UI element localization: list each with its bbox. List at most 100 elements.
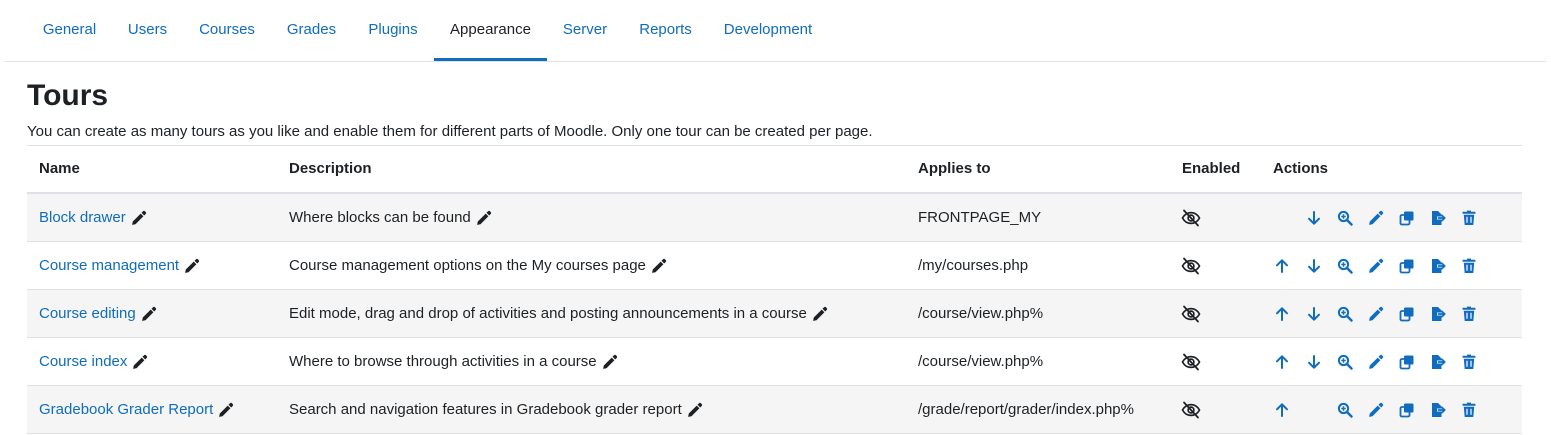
header-enabled: Enabled: [1182, 160, 1241, 177]
copy-icon[interactable]: [1396, 207, 1418, 229]
tour-description-text: Where to browse through activities in a …: [289, 353, 597, 370]
tour-name-cell: Course index: [39, 338, 148, 385]
tab-reports[interactable]: Reports: [623, 0, 708, 61]
tour-applies-to-cell: FRONTPAGE_MY: [918, 209, 1042, 226]
table-row: Block drawer Where blocks can be found FRO…: [27, 194, 1522, 242]
tour-name-link[interactable]: Course editing: [39, 305, 136, 322]
tab-plugins[interactable]: Plugins: [352, 0, 434, 61]
tab-appearance[interactable]: Appearance: [434, 0, 547, 61]
edit-description-pencil-icon[interactable]: [687, 402, 703, 418]
file-export-icon[interactable]: [1427, 351, 1449, 373]
pencil-icon[interactable]: [1365, 351, 1387, 373]
tab-courses[interactable]: Courses: [183, 0, 271, 61]
tour-applies-to-cell: /course/view.php%: [918, 353, 1044, 370]
arrow-down-icon[interactable]: [1303, 207, 1325, 229]
eye-slash-icon[interactable]: [1181, 304, 1201, 324]
table-row: Gradebook Grader Report Search and naviga…: [27, 386, 1522, 434]
tab-grades[interactable]: Grades: [271, 0, 352, 61]
tour-enabled-cell: [1181, 194, 1201, 241]
header-applies-to: Applies to: [918, 160, 991, 177]
pencil-icon[interactable]: [1365, 255, 1387, 277]
tour-applies-to-cell: /grade/report/grader/index.php%: [918, 401, 1134, 418]
trash-icon[interactable]: [1458, 207, 1480, 229]
tour-description-text: Course management options on the My cour…: [289, 257, 646, 274]
file-export-icon[interactable]: [1427, 303, 1449, 325]
arrow-down-icon[interactable]: [1303, 303, 1325, 325]
magnifier-plus-icon[interactable]: [1334, 255, 1356, 277]
tour-name-cell: Gradebook Grader Report: [39, 386, 234, 433]
file-export-icon[interactable]: [1427, 207, 1449, 229]
eye-slash-icon[interactable]: [1181, 208, 1201, 228]
tour-name-link[interactable]: Gradebook Grader Report: [39, 401, 213, 418]
trash-icon[interactable]: [1458, 351, 1480, 373]
tab-general[interactable]: General: [27, 0, 112, 61]
tour-name-cell: Course editing: [39, 290, 157, 337]
header-actions: Actions: [1273, 160, 1329, 177]
trash-icon[interactable]: [1458, 255, 1480, 277]
tour-enabled-cell: [1181, 338, 1201, 385]
magnifier-plus-icon[interactable]: [1334, 303, 1356, 325]
page-title: Tours: [27, 79, 109, 112]
table-row: Course index Where to browse through acti…: [27, 338, 1522, 386]
tour-applies-to-cell: /my/courses.php: [918, 257, 1029, 274]
copy-icon[interactable]: [1396, 303, 1418, 325]
eye-slash-icon[interactable]: [1181, 352, 1201, 372]
copy-icon[interactable]: [1396, 399, 1418, 421]
admin-tab-bar: General Users Courses Grades Plugins App…: [5, 0, 1546, 62]
header-name: Name: [39, 160, 80, 177]
tour-name-link[interactable]: Block drawer: [39, 209, 126, 226]
edit-name-pencil-icon[interactable]: [141, 306, 157, 322]
edit-name-pencil-icon[interactable]: [131, 210, 147, 226]
file-export-icon[interactable]: [1427, 255, 1449, 277]
magnifier-plus-icon[interactable]: [1334, 351, 1356, 373]
tour-description-cell: Where to browse through activities in a …: [289, 338, 618, 385]
header-description: Description: [289, 160, 372, 177]
pencil-icon[interactable]: [1365, 303, 1387, 325]
tour-name-link[interactable]: Course index: [39, 353, 127, 370]
arrow-up-icon[interactable]: [1271, 351, 1293, 373]
edit-description-pencil-icon[interactable]: [476, 210, 492, 226]
copy-icon[interactable]: [1396, 255, 1418, 277]
tour-description-text: Where blocks can be found: [289, 209, 471, 226]
tab-development[interactable]: Development: [708, 0, 828, 61]
pencil-icon[interactable]: [1365, 399, 1387, 421]
edit-name-pencil-icon[interactable]: [132, 354, 148, 370]
tour-description-cell: Edit mode, drag and drop of activities a…: [289, 290, 828, 337]
table-row: Course management Course management optio…: [27, 242, 1522, 290]
tour-name-link[interactable]: Course management: [39, 257, 179, 274]
tour-applies-to-cell: /course/view.php%: [918, 305, 1044, 322]
tour-enabled-cell: [1181, 290, 1201, 337]
file-export-icon[interactable]: [1427, 399, 1449, 421]
copy-icon[interactable]: [1396, 351, 1418, 373]
edit-description-pencil-icon[interactable]: [602, 354, 618, 370]
edit-description-pencil-icon[interactable]: [651, 258, 667, 274]
arrow-up-icon[interactable]: [1271, 255, 1293, 277]
page-intro-text: You can create as many tours as you like…: [27, 123, 873, 140]
trash-icon[interactable]: [1458, 399, 1480, 421]
arrow-down-icon[interactable]: [1303, 255, 1325, 277]
tour-description-text: Edit mode, drag and drop of activities a…: [289, 305, 807, 322]
tour-description-cell: Where blocks can be found: [289, 194, 492, 241]
tours-table: Name Description Applies to Enabled Acti…: [27, 145, 1522, 434]
edit-name-pencil-icon[interactable]: [218, 402, 234, 418]
tour-enabled-cell: [1181, 242, 1201, 289]
pencil-icon[interactable]: [1365, 207, 1387, 229]
table-row: Course editing Edit mode, drag and drop o…: [27, 290, 1522, 338]
magnifier-plus-icon[interactable]: [1334, 399, 1356, 421]
tour-description-text: Search and navigation features in Gradeb…: [289, 401, 682, 418]
table-header: Name Description Applies to Enabled Acti…: [27, 146, 1522, 194]
eye-slash-icon[interactable]: [1181, 400, 1201, 420]
trash-icon[interactable]: [1458, 303, 1480, 325]
tab-users[interactable]: Users: [112, 0, 183, 61]
tour-enabled-cell: [1181, 386, 1201, 433]
edit-name-pencil-icon[interactable]: [184, 258, 200, 274]
edit-description-pencil-icon[interactable]: [812, 306, 828, 322]
arrow-up-icon[interactable]: [1271, 399, 1293, 421]
arrow-down-icon[interactable]: [1303, 351, 1325, 373]
tour-name-cell: Course management: [39, 242, 200, 289]
tab-server[interactable]: Server: [547, 0, 623, 61]
magnifier-plus-icon[interactable]: [1334, 207, 1356, 229]
tour-name-cell: Block drawer: [39, 194, 147, 241]
arrow-up-icon[interactable]: [1271, 303, 1293, 325]
eye-slash-icon[interactable]: [1181, 256, 1201, 276]
